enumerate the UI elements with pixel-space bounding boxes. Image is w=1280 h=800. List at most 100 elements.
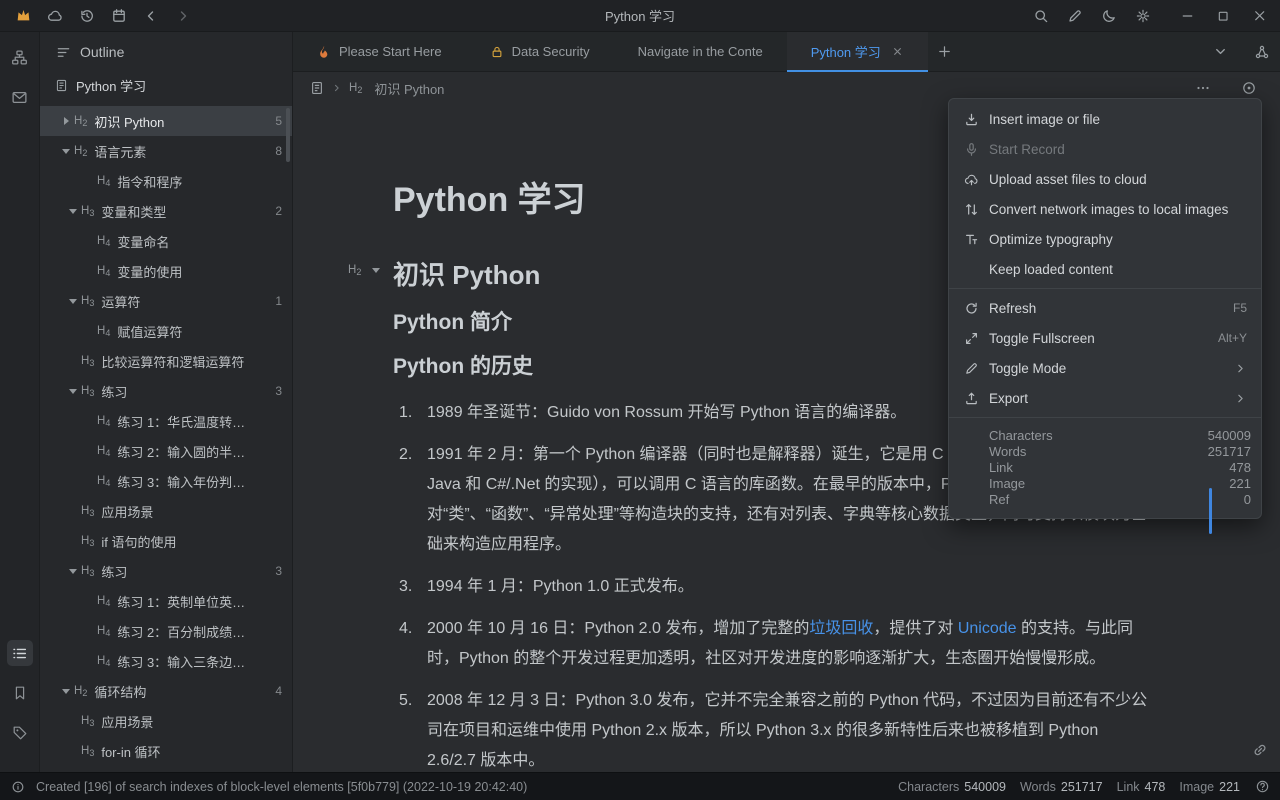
bookmark-icon[interactable] [7, 680, 33, 706]
heading-tag: H3 [81, 565, 94, 578]
outline-item[interactable]: H4赋值运算符 [40, 316, 292, 346]
breadcrumb-heading-tag: H2 [349, 82, 362, 95]
maximize-icon[interactable] [1214, 7, 1232, 25]
outline-item[interactable]: H3应用场景 [40, 706, 292, 736]
graph-panel-icon[interactable] [1254, 44, 1270, 60]
inline-link[interactable]: Unicode [958, 620, 1017, 637]
search-icon[interactable] [1032, 7, 1050, 25]
tab-close-icon[interactable] [891, 45, 904, 58]
inbox-mail-icon[interactable] [7, 84, 33, 110]
menu-scrollbar[interactable] [1209, 488, 1212, 534]
tree-chevron-icon[interactable] [58, 689, 74, 694]
tab-please-start-here[interactable]: Please Start Here [293, 32, 466, 71]
backlink-panel-icon[interactable] [1252, 742, 1268, 758]
status-info-icon[interactable] [10, 779, 26, 795]
menu-item-label: Upload asset files to cloud [989, 172, 1247, 187]
tree-chevron-icon[interactable] [65, 299, 81, 304]
menu-item-keep-loaded-content[interactable]: Keep loaded content [949, 254, 1261, 284]
history-list-item: 2000 年 10 月 16 日：Python 2.0 发布，增加了完整的垃圾回… [393, 614, 1151, 674]
menu-item-refresh[interactable]: RefreshF5 [949, 293, 1261, 323]
outline-item-count: 3 [275, 564, 282, 578]
notebook-tree-icon[interactable] [7, 44, 33, 70]
tree-chevron-icon[interactable] [58, 117, 74, 125]
tab-dropdown-icon[interactable] [1212, 44, 1228, 60]
doc-more-button[interactable] [1194, 79, 1212, 97]
outline-item[interactable]: H3 练习 3 [40, 556, 292, 586]
menu-item-insert-image-or-file[interactable]: Insert image or file [949, 104, 1261, 134]
outline-item[interactable]: H4练习 1：华氏温度转… [40, 406, 292, 436]
outline-item[interactable]: H4练习 3：输入年份判… [40, 466, 292, 496]
tab-bar-right [1212, 32, 1280, 71]
heading-gutter-button[interactable]: H2 [348, 264, 380, 277]
heading-tag: H2 [74, 145, 87, 158]
outline-item[interactable]: H3for-in 循环 [40, 736, 292, 766]
outline-item[interactable]: H4指令和程序 [40, 166, 292, 196]
help-icon[interactable] [1254, 779, 1270, 795]
theme-moon-icon[interactable] [1100, 7, 1118, 25]
cloud-sync-icon[interactable] [46, 7, 64, 25]
breadcrumb-item[interactable]: H2 初识 Python [349, 79, 444, 98]
tag-icon[interactable] [7, 720, 33, 746]
history-icon[interactable] [78, 7, 96, 25]
outline-item-label: 练习 [101, 562, 267, 581]
menu-item-optimize-typography[interactable]: Optimize typography [949, 224, 1261, 254]
heading-tag: H4 [97, 475, 110, 488]
outline-item[interactable]: H4练习 2：百分制成绩… [40, 616, 292, 646]
outline-item[interactable]: H3变量和类型2 [40, 196, 292, 226]
outline-item[interactable]: H4练习 3：输入三条边… [40, 646, 292, 676]
outline-item[interactable]: H4练习 1：英制单位英… [40, 586, 292, 616]
outline-item[interactable]: H2初识 Python5 [40, 106, 292, 136]
tab-navigate-in-the-conte[interactable]: Navigate in the Conte [614, 32, 787, 71]
tree-chevron-icon[interactable] [65, 389, 81, 394]
outline-item-label: 练习 2：输入圆的半… [117, 442, 282, 461]
menu-item-upload-asset-files-to-cloud[interactable]: Upload asset files to cloud [949, 164, 1261, 194]
outline-item-label: if 语句的使用 [101, 532, 282, 551]
focus-panel-icon[interactable] [1240, 79, 1258, 97]
nav-back-icon[interactable] [142, 7, 160, 25]
tree-chevron-icon[interactable] [65, 209, 81, 214]
statusbar-stat-label: Characters [898, 780, 959, 794]
text-run: 1989 年圣诞节：Guido von Rossum 开始写 Python 语言… [427, 404, 906, 421]
outline-item[interactable]: H3if 语句的使用 [40, 526, 292, 556]
breadcrumb-doc-icon[interactable] [309, 80, 325, 96]
menu-item-toggle-mode[interactable]: Toggle Mode [949, 353, 1261, 383]
outline-item[interactable]: H2循环结构4 [40, 676, 292, 706]
heading-tag: H4 [97, 655, 110, 668]
outline-item[interactable]: H4变量的使用 [40, 256, 292, 286]
outline-item[interactable]: H3练习3 [40, 376, 292, 406]
menu-stat-row: Link478 [989, 460, 1251, 476]
outline-document-row[interactable]: Python 学习 [40, 72, 292, 98]
tree-chevron-icon[interactable] [65, 569, 81, 574]
menu-stat-value: 478 [1229, 460, 1251, 476]
outline-item[interactable]: H3运算符1 [40, 286, 292, 316]
tab-data-security[interactable]: Data Security [466, 32, 614, 71]
menu-stat-label: Ref [989, 492, 1009, 508]
insert-image-icon [963, 111, 979, 127]
outline-item-count: 3 [275, 384, 282, 398]
tab-python[interactable]: Python 学习 [787, 32, 928, 71]
outline-item[interactable]: H4变量命名 [40, 226, 292, 256]
nav-forward-icon[interactable] [174, 7, 192, 25]
edit-pencil-icon[interactable] [1066, 7, 1084, 25]
inline-link[interactable]: 垃圾回收 [809, 620, 873, 637]
close-icon[interactable] [1250, 7, 1268, 25]
minimize-icon[interactable] [1178, 7, 1196, 25]
new-tab-button[interactable] [928, 32, 962, 71]
outline-item[interactable]: H3应用场景 [40, 496, 292, 526]
pencil-icon [963, 360, 979, 376]
outline-item[interactable]: H4练习 2：输入圆的半… [40, 436, 292, 466]
outline-item[interactable]: H3比较运算符和逻辑运算符 [40, 346, 292, 376]
menu-item-convert-network-images-to-local-images[interactable]: Convert network images to local images [949, 194, 1261, 224]
menu-separator [949, 288, 1261, 289]
settings-gear-icon[interactable] [1134, 7, 1152, 25]
daily-note-icon[interactable] [110, 7, 128, 25]
menu-item-start-record: Start Record [949, 134, 1261, 164]
tree-chevron-icon[interactable] [58, 149, 74, 154]
lock-icon [490, 45, 504, 59]
outline-item[interactable]: H2语言元素8 [40, 136, 292, 166]
menu-item-toggle-fullscreen[interactable]: Toggle FullscreenAlt+Y [949, 323, 1261, 353]
submenu-arrow-icon [1234, 362, 1247, 375]
outline-panel-icon[interactable] [7, 640, 33, 666]
sidebar-scrollbar[interactable] [286, 108, 290, 162]
menu-item-export[interactable]: Export [949, 383, 1261, 413]
